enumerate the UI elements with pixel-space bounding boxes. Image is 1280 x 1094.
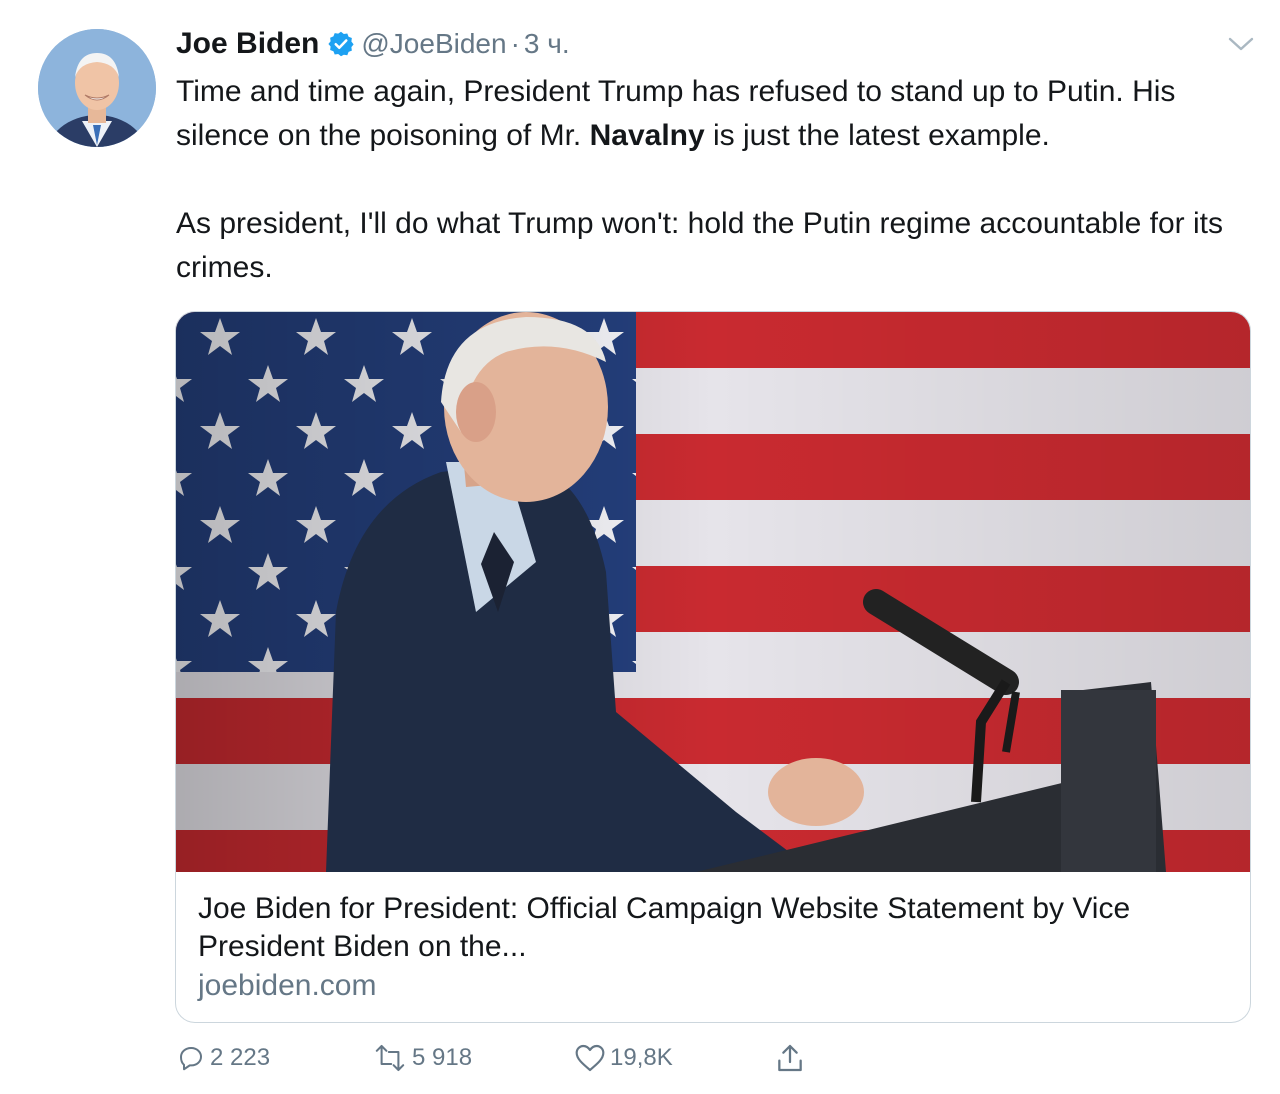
card-body[interactable]: Joe Biden for President: Official Campai… xyxy=(198,890,1228,1006)
link-card[interactable]: Joe Biden for President: Official Campai… xyxy=(175,311,1251,1023)
tweet-text: Time and time again, President Trump has… xyxy=(176,70,1266,290)
reply-icon xyxy=(176,1043,206,1073)
heart-icon xyxy=(574,1043,606,1073)
retweet-button[interactable]: 5 918 xyxy=(372,1038,472,1078)
share-icon xyxy=(774,1042,806,1074)
like-count: 19,8K xyxy=(610,1044,673,1071)
tweet-text-part: is just the latest example. xyxy=(704,119,1050,152)
tweet-text-bold: Navalny xyxy=(589,119,705,152)
tweet-header: Joe Biden @JoeBiden · 3 ч. xyxy=(176,24,570,64)
card-image[interactable] xyxy=(176,312,1250,872)
header-separator: · xyxy=(510,28,520,59)
chevron-down-icon[interactable] xyxy=(1228,34,1254,54)
like-button[interactable]: 19,8K xyxy=(574,1038,673,1078)
tweet[interactable]: Joe Biden @JoeBiden · 3 ч. Time and time… xyxy=(0,0,1280,1094)
tweet-timestamp[interactable]: 3 ч. xyxy=(524,28,570,60)
user-handle[interactable]: @JoeBiden xyxy=(361,28,506,60)
share-button[interactable] xyxy=(774,1038,806,1078)
tweet-paragraph-1: Time and time again, President Trump has… xyxy=(176,70,1266,158)
card-domain[interactable]: joebiden.com xyxy=(198,966,1228,1006)
verified-badge-icon xyxy=(327,30,355,58)
avatar[interactable] xyxy=(38,29,156,147)
retweet-count: 5 918 xyxy=(412,1044,473,1071)
retweet-icon xyxy=(372,1043,408,1073)
tweet-actions: 2 223 5 918 19,8K xyxy=(176,1038,836,1078)
reply-button[interactable]: 2 223 xyxy=(176,1038,270,1078)
tweet-paragraph-2: As president, I'll do what Trump won't: … xyxy=(176,207,1223,284)
reply-count: 2 223 xyxy=(210,1044,271,1071)
display-name[interactable]: Joe Biden xyxy=(176,27,319,61)
card-title[interactable]: Joe Biden for President: Official Campai… xyxy=(198,890,1228,966)
